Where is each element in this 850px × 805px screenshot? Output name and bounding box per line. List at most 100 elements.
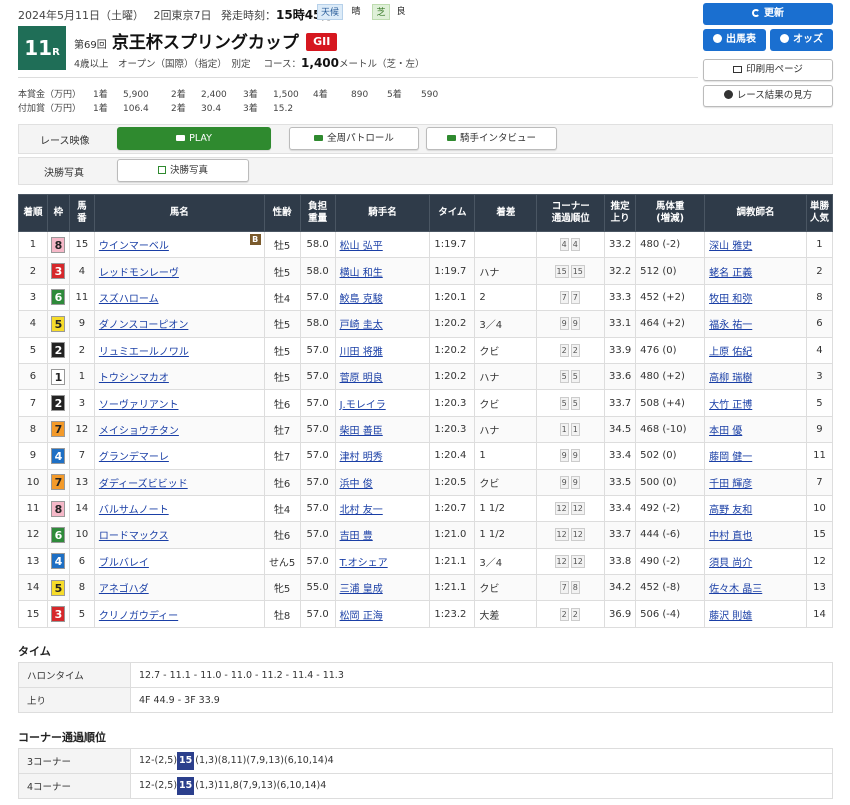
interview-button[interactable]: 騎手インタビュー xyxy=(426,127,557,150)
trainer-link[interactable]: 上原 佑紀 xyxy=(709,347,752,358)
carried-weight-cell: 57.0 xyxy=(299,521,336,549)
trainer-link[interactable]: 牧田 和弥 xyxy=(709,294,752,305)
popularity-cell: 9 xyxy=(805,415,834,444)
prize-cell: 5,900 xyxy=(123,90,149,100)
jockey-link[interactable]: 浜中 俊 xyxy=(340,479,373,490)
jockey-link[interactable]: 川田 将雅 xyxy=(340,347,383,358)
finish-time: 1:21.1 xyxy=(434,582,467,594)
race-number-suffix: R xyxy=(52,47,60,58)
trainer-link[interactable]: 須貝 尚介 xyxy=(709,558,752,569)
odds-button[interactable]: オッズ xyxy=(770,29,833,51)
jockey-link[interactable]: 柴田 善臣 xyxy=(340,426,383,437)
horse-name-link[interactable]: メイショウチタン xyxy=(99,426,179,437)
patrol-button[interactable]: 全周パトロール xyxy=(289,127,419,150)
trainer-link[interactable]: 藤岡 健一 xyxy=(709,452,752,463)
jockey-link[interactable]: 戸崎 圭太 xyxy=(340,320,383,331)
trainer-link[interactable]: 高野 友和 xyxy=(709,505,752,516)
margin: クビ xyxy=(479,478,500,490)
finish-time: 1:21.1 xyxy=(434,555,467,567)
trainer-link[interactable]: 本田 優 xyxy=(709,426,742,437)
corner-cell: 12 12 xyxy=(536,521,606,549)
prize-row-main: 本賞金（万円） 1着 5,900 2着 2,400 3着 1,500 4着 890 5着 590 xyxy=(18,87,451,100)
carried-weight: 57.0 xyxy=(306,555,329,567)
timing-table: ハロンタイム 12.7 - 11.1 - 11.0 - 11.0 - 11.2 -… xyxy=(18,662,833,713)
corner-position: 7 xyxy=(570,290,580,304)
prize-cell: 5着 xyxy=(387,90,402,100)
jockey-link[interactable]: 津村 明秀 xyxy=(340,452,383,463)
distance-unit: メートル（芝・左） xyxy=(339,59,425,70)
horse-name-link[interactable]: リュミエールノワル xyxy=(99,347,189,358)
waku-cell: 2 xyxy=(46,389,70,417)
margin-cell: 1 1/2 xyxy=(474,521,538,549)
horse-name-link-cell: ロードマックス xyxy=(93,521,265,549)
corner3-pre: 12-(2,5) xyxy=(139,755,178,766)
finish-rank: 14 xyxy=(26,582,40,594)
track-surface-label: 芝 xyxy=(372,4,390,20)
horse-name-link[interactable]: ソーヴァリアント xyxy=(99,400,179,411)
trainer-link[interactable]: 藤沢 則雄 xyxy=(709,611,752,622)
last-3f-cell: 33.7 xyxy=(604,389,637,417)
last-3f: 33.7 xyxy=(609,529,632,541)
jockey-link[interactable]: 横山 和生 xyxy=(340,268,383,279)
how-to-read-button[interactable]: レース結果の見方 xyxy=(703,85,833,107)
horse-name-link[interactable]: バルサムノート xyxy=(99,505,169,516)
horse-name-link[interactable]: スズハローム xyxy=(99,294,159,305)
horse-name-link[interactable]: ウインマーベル xyxy=(99,241,169,252)
trainer-link[interactable]: 深山 雅史 xyxy=(709,241,752,252)
jockey-link[interactable]: J.モレイラ xyxy=(340,400,386,411)
horse-name-link[interactable]: アネゴハダ xyxy=(99,584,149,595)
horse-name-link[interactable]: クリノガウディー xyxy=(99,611,178,622)
horse-number: 5 xyxy=(78,608,86,620)
waku-cell: 4 xyxy=(46,547,70,576)
table-row: 8 7 12 メイショウチタン 牡7 57.0 柴田 善臣 1:20.3 ハナ 1 1 34.5 468… xyxy=(18,415,834,444)
horse-name-link[interactable]: トウシンマカオ xyxy=(99,373,169,384)
prize-cell: 2,400 xyxy=(201,90,227,100)
horse-number: 10 xyxy=(75,529,89,541)
horse-name-link[interactable]: レッドモンレーヴ xyxy=(99,268,179,279)
weather-value: 晴 xyxy=(351,7,361,17)
play-button[interactable]: PLAY xyxy=(117,127,271,150)
waku-badge: 5 xyxy=(51,579,66,596)
horse-number: 8 xyxy=(78,582,86,594)
trainer-link[interactable]: 高柳 瑞樹 xyxy=(709,373,752,384)
trainer-link[interactable]: 中村 直也 xyxy=(709,531,752,542)
corner-position: 9 xyxy=(570,317,580,331)
corner-position: 12 xyxy=(570,502,585,516)
jockey-link[interactable]: 吉田 豊 xyxy=(340,531,373,542)
trainer-link[interactable]: 大竹 正博 xyxy=(709,400,752,411)
jockey-link[interactable]: 三浦 皇成 xyxy=(340,584,383,595)
waku-cell: 4 xyxy=(46,442,70,470)
horse-number-cell: 8 xyxy=(68,574,95,602)
corner-position: 5 xyxy=(570,396,580,410)
trainer-link[interactable]: 千田 輝彦 xyxy=(709,479,752,490)
furlong-row: ハロンタイム 12.7 - 11.1 - 11.0 - 11.0 - 11.2 -… xyxy=(18,662,833,688)
prize-row-added: 付加賞（万円） 1着 106.4 2着 30.4 3着 15.2 xyxy=(18,101,313,114)
horse-name-link[interactable]: グランデマーレ xyxy=(99,452,169,463)
jockey-link[interactable]: 菅原 明良 xyxy=(340,373,383,384)
jockey-link[interactable]: T.オシェア xyxy=(340,558,388,569)
entries-button[interactable]: 出馬表 xyxy=(703,29,766,51)
photo-button[interactable]: 決勝写真 xyxy=(117,159,249,182)
trainer-link[interactable]: 蛯名 正義 xyxy=(709,268,752,279)
jockey-link[interactable]: 松山 弘平 xyxy=(340,241,383,252)
refresh-button[interactable]: 更新 xyxy=(703,3,833,25)
jockey-link[interactable]: 鮫島 克駿 xyxy=(340,294,383,305)
jockey-link[interactable]: 松岡 正海 xyxy=(340,611,383,622)
last-3f-cell: 33.9 xyxy=(604,336,637,364)
trainer-link[interactable]: 福永 祐一 xyxy=(709,320,752,331)
carried-weight: 58.0 xyxy=(306,265,329,277)
jockey-link[interactable]: 北村 友一 xyxy=(340,505,383,516)
horse-name-link[interactable]: ダディーズビビッド xyxy=(99,479,188,490)
trainer-link[interactable]: 佐々木 晶三 xyxy=(709,584,762,595)
margin: 2 xyxy=(479,291,486,303)
horse-name-link[interactable]: ロードマックス xyxy=(99,531,169,542)
horse-name-link[interactable]: ブルバレイ xyxy=(99,558,149,569)
column-header-text: 通過順位 xyxy=(551,213,590,224)
table-row: 13 4 6 ブルバレイ せん5 57.0 T.オシェア 1:21.1 3／4 12 12 33.8 4… xyxy=(18,547,834,576)
waku-badge: 5 xyxy=(51,315,66,332)
horse-number-cell: 10 xyxy=(68,521,95,549)
finish-time: 1:20.1 xyxy=(434,291,467,303)
corner-cell: 22 xyxy=(536,336,606,364)
print-page-button[interactable]: 印刷用ページ xyxy=(703,59,833,81)
horse-name-link[interactable]: ダノンスコーピオン xyxy=(99,320,189,331)
